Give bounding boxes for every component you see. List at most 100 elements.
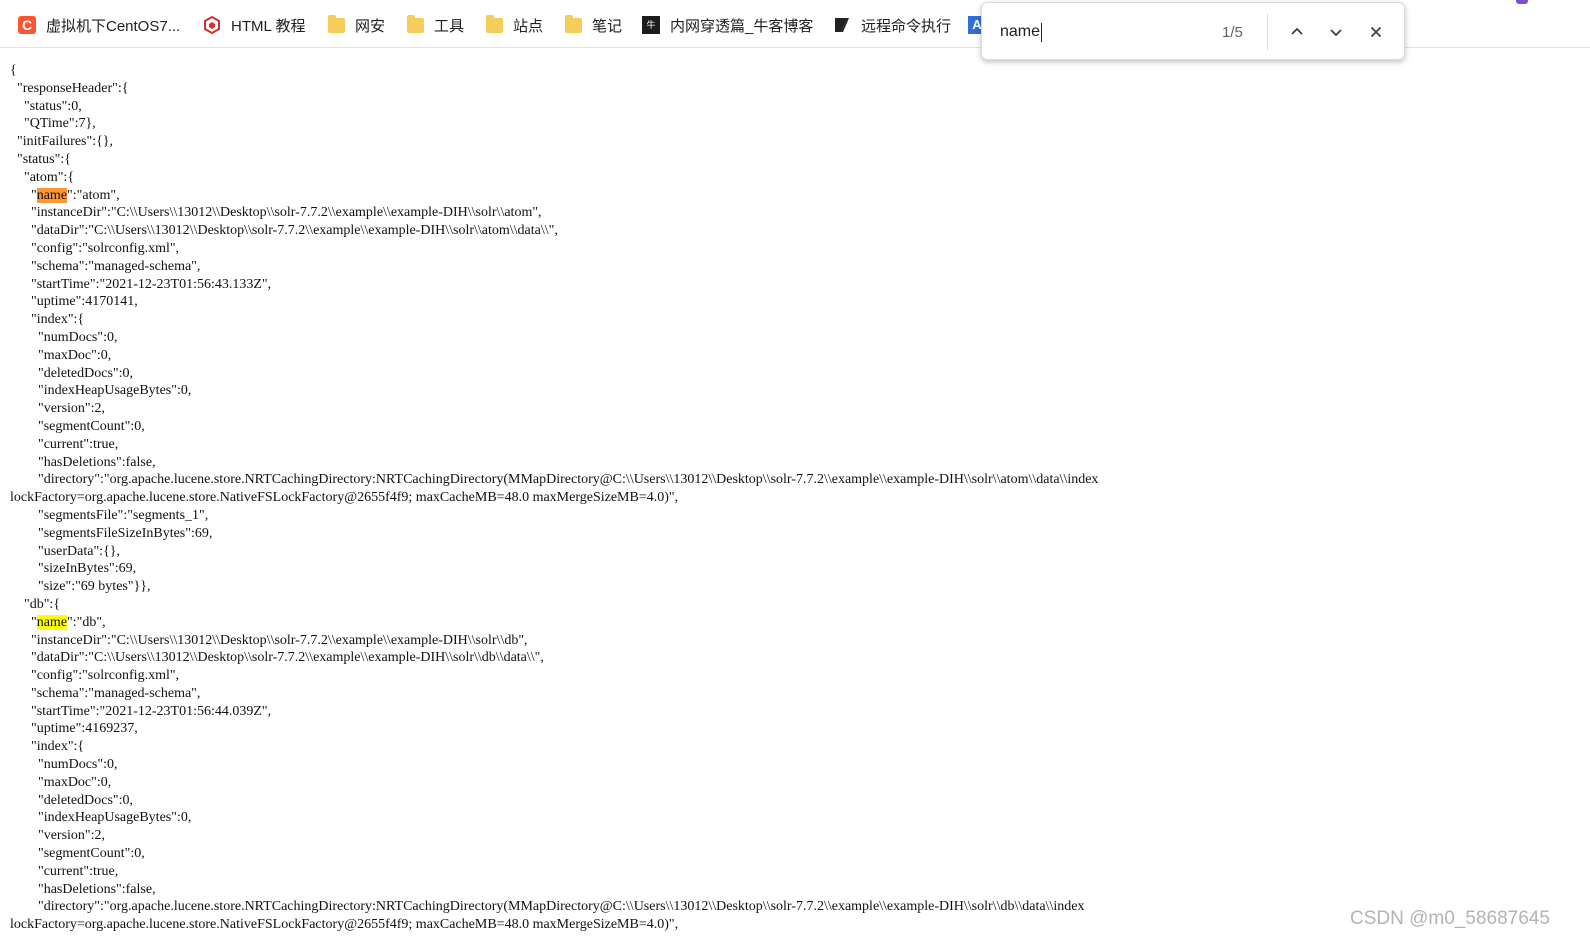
json-line: "status":{ bbox=[10, 151, 1580, 169]
json-text: "startTime":"2021-12-23T01:56:43.133Z", bbox=[10, 276, 272, 292]
json-text: "schema":"managed-schema", bbox=[10, 685, 201, 701]
json-text: "segmentsFile":"segments_1", bbox=[10, 507, 209, 523]
json-text: "status":0, bbox=[10, 98, 82, 114]
json-text: "version":2, bbox=[10, 828, 106, 844]
json-line: "maxDoc":0, bbox=[10, 347, 1580, 365]
json-line: "instanceDir":"C:\\Users\\13012\\Desktop… bbox=[10, 632, 1580, 650]
json-line: "directory":"org.apache.lucene.store.NRT… bbox=[10, 471, 1580, 489]
json-text: "version":2, bbox=[10, 401, 106, 417]
json-line: "directory":"org.apache.lucene.store.NRT… bbox=[10, 898, 1580, 916]
json-line: "segmentsFileSizeInBytes":69, bbox=[10, 525, 1580, 543]
json-text: " bbox=[10, 187, 37, 203]
folder-icon bbox=[328, 14, 345, 33]
json-text: "db":{ bbox=[10, 596, 61, 612]
text-caret bbox=[1041, 23, 1042, 42]
json-text: "directory":"org.apache.lucene.store.NRT… bbox=[10, 472, 1099, 488]
extension-indicator bbox=[1516, 0, 1528, 4]
find-previous-button[interactable] bbox=[1283, 18, 1311, 46]
json-text: "uptime":4169237, bbox=[10, 721, 138, 737]
bookmark-5[interactable]: 笔记 bbox=[565, 13, 622, 37]
chevron-up-icon bbox=[1291, 27, 1303, 35]
json-line: "config":"solrconfig.xml", bbox=[10, 240, 1580, 258]
json-line: "version":2, bbox=[10, 400, 1580, 418]
bookmark-label: 虚拟机下CentOS7... bbox=[46, 17, 181, 35]
active-search-match: name bbox=[36, 187, 68, 203]
bookmark-label: 笔记 bbox=[592, 17, 623, 35]
folder-icon bbox=[565, 14, 582, 33]
json-text: "uptime":4170141, bbox=[10, 294, 138, 310]
json-text: "index":{ bbox=[10, 312, 85, 328]
json-line: "name":"atom", bbox=[10, 187, 1580, 205]
nowcoder-icon: 牛 bbox=[642, 16, 660, 34]
json-text: "size":"69 bytes"}}, bbox=[10, 579, 151, 595]
json-text: "numDocs":0, bbox=[10, 757, 118, 773]
json-text: "segmentsFileSizeInBytes":69, bbox=[10, 525, 213, 541]
json-text: "deletedDocs":0, bbox=[10, 365, 134, 381]
json-line: lockFactory=org.apache.lucene.store.Nati… bbox=[10, 489, 1580, 507]
json-text: "userData":{}, bbox=[10, 543, 121, 559]
json-line: "current":true, bbox=[10, 436, 1580, 454]
json-line: "instanceDir":"C:\\Users\\13012\\Desktop… bbox=[10, 204, 1580, 222]
bookmark-label: 网安 bbox=[355, 17, 386, 35]
json-line: "atom":{ bbox=[10, 169, 1580, 187]
json-text: "hasDeletions":false, bbox=[10, 454, 156, 470]
bookmark-1[interactable]: HTML 教程 bbox=[203, 13, 305, 37]
json-line: "numDocs":0, bbox=[10, 756, 1580, 774]
json-line: lockFactory=org.apache.lucene.store.Nati… bbox=[10, 916, 1580, 934]
json-text: "indexHeapUsageBytes":0, bbox=[10, 383, 192, 399]
json-line: "uptime":4169237, bbox=[10, 720, 1580, 738]
json-line: "segmentCount":0, bbox=[10, 845, 1580, 863]
json-line: "current":true, bbox=[10, 863, 1580, 881]
json-text: "config":"solrconfig.xml", bbox=[10, 240, 180, 256]
bookmark-label: HTML 教程 bbox=[231, 17, 306, 35]
json-line: { bbox=[10, 62, 1580, 80]
bookmark-3[interactable]: 工具 bbox=[407, 13, 464, 37]
bookmark-4[interactable]: 站点 bbox=[486, 13, 543, 37]
bookmark-label: 远程命令执行 bbox=[861, 17, 952, 35]
json-line: "startTime":"2021-12-23T01:56:44.039Z", bbox=[10, 703, 1580, 721]
bookmark-page-icon bbox=[833, 16, 851, 34]
folder-icon bbox=[486, 14, 503, 33]
html-icon bbox=[203, 15, 221, 35]
json-line: "name":"db", bbox=[10, 614, 1580, 632]
bookmark-7[interactable]: 远程命令执行 bbox=[833, 13, 951, 37]
json-text: "sizeInBytes":69, bbox=[10, 561, 137, 577]
json-line: "dataDir":"C:\\Users\\13012\\Desktop\\so… bbox=[10, 222, 1580, 240]
json-line: "indexHeapUsageBytes":0, bbox=[10, 382, 1580, 400]
json-line: "deletedDocs":0, bbox=[10, 792, 1580, 810]
json-text: "instanceDir":"C:\\Users\\13012\\Desktop… bbox=[10, 632, 528, 648]
find-next-button[interactable] bbox=[1322, 18, 1350, 46]
json-text: "segmentCount":0, bbox=[10, 846, 145, 862]
json-line: "userData":{}, bbox=[10, 543, 1580, 561]
json-text: lockFactory=org.apache.lucene.store.Nati… bbox=[10, 490, 679, 506]
csdn-icon: C bbox=[18, 16, 36, 34]
json-line: "config":"solrconfig.xml", bbox=[10, 667, 1580, 685]
chevron-down-icon bbox=[1330, 29, 1342, 37]
json-line: "index":{ bbox=[10, 311, 1580, 329]
bookmark-6[interactable]: 牛 内网穿透篇_牛客博客 bbox=[642, 13, 813, 37]
json-line: "deletedDocs":0, bbox=[10, 365, 1580, 383]
find-close-button[interactable] bbox=[1362, 18, 1390, 46]
json-text: " bbox=[10, 614, 37, 630]
json-line: "responseHeader":{ bbox=[10, 80, 1580, 98]
json-line: "version":2, bbox=[10, 827, 1580, 845]
json-line: "QTime":7}, bbox=[10, 115, 1580, 133]
json-text: "status":{ bbox=[10, 151, 71, 167]
json-text: "hasDeletions":false, bbox=[10, 881, 156, 897]
json-text: "maxDoc":0, bbox=[10, 774, 112, 790]
find-bar: 1/5 bbox=[981, 2, 1405, 60]
json-text: "index":{ bbox=[10, 739, 85, 755]
json-line: "schema":"managed-schema", bbox=[10, 685, 1580, 703]
json-line: "numDocs":0, bbox=[10, 329, 1580, 347]
bookmark-0[interactable]: C 虚拟机下CentOS7... bbox=[18, 13, 180, 37]
folder-icon bbox=[407, 14, 424, 33]
json-line: "maxDoc":0, bbox=[10, 774, 1580, 792]
json-text: "current":true, bbox=[10, 863, 119, 879]
find-input[interactable] bbox=[1000, 21, 1200, 43]
json-text: "dataDir":"C:\\Users\\13012\\Desktop\\so… bbox=[10, 223, 558, 239]
json-line: "schema":"managed-schema", bbox=[10, 258, 1580, 276]
json-text: "responseHeader":{ bbox=[10, 80, 129, 96]
json-line: "segmentCount":0, bbox=[10, 418, 1580, 436]
close-icon bbox=[1370, 26, 1382, 38]
bookmark-2[interactable]: 网安 bbox=[328, 13, 385, 37]
